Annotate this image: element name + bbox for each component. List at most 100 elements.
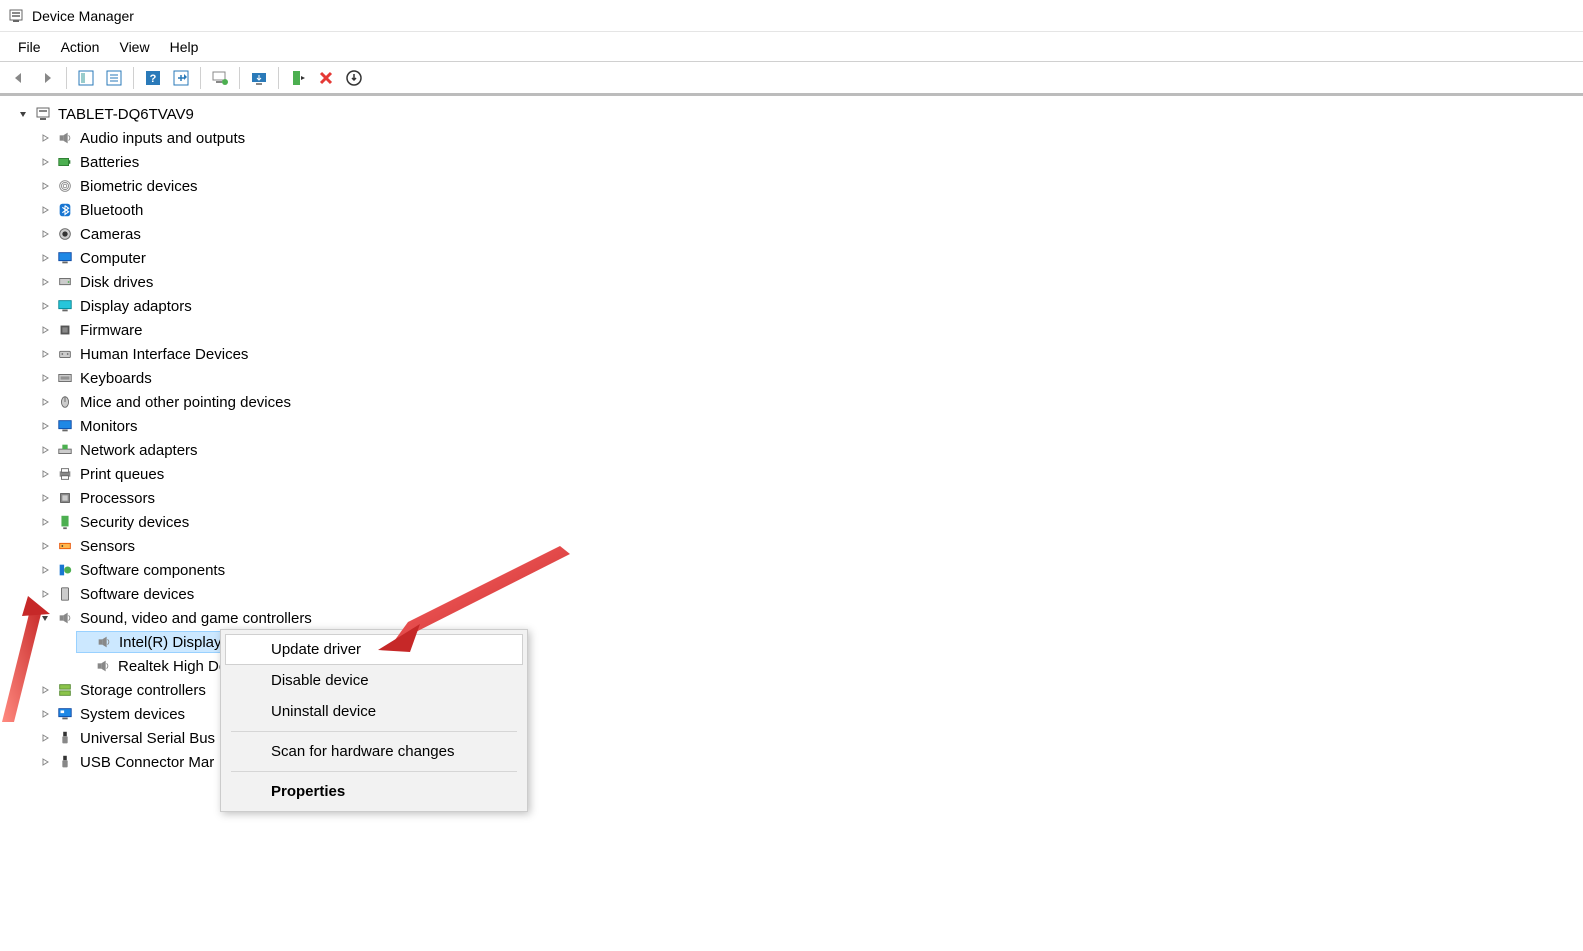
tree-category-label: Software components [80,562,225,579]
tree-category[interactable]: Security devices [8,510,1583,534]
chevron-right-icon[interactable] [38,707,52,721]
menu-help[interactable]: Help [160,35,209,59]
forward-button[interactable] [34,65,60,91]
context-separator [231,731,517,732]
bluetooth-icon [56,201,74,219]
context-update-driver[interactable]: Update driver [225,634,523,665]
chevron-right-icon[interactable] [38,251,52,265]
toolbar-separator [239,67,240,89]
menu-file[interactable]: File [8,35,51,59]
chevron-right-icon[interactable] [38,419,52,433]
tree-category-label: Mice and other pointing devices [80,394,291,411]
chevron-right-icon[interactable] [38,323,52,337]
context-uninstall-device[interactable]: Uninstall device [225,696,523,727]
tree-category[interactable]: Computer [8,246,1583,270]
chevron-right-icon[interactable] [38,203,52,217]
tree-category[interactable]: Sound, video and game controllers [8,606,1583,630]
chevron-right-icon[interactable] [38,275,52,289]
tree-category[interactable]: Software devices [8,582,1583,606]
chevron-right-icon[interactable] [38,515,52,529]
tree-device-label: Realtek High De [118,658,227,675]
disk-icon [56,273,74,291]
enable-device-button[interactable] [285,65,311,91]
usb-icon [56,753,74,771]
toolbar-separator [200,67,201,89]
speaker-icon [94,657,112,675]
monitor-icon [56,417,74,435]
tree-category[interactable]: Audio inputs and outputs [8,126,1583,150]
uninstall-device-button[interactable] [341,65,367,91]
chevron-right-icon[interactable] [38,443,52,457]
tree-category[interactable]: Cameras [8,222,1583,246]
tree-category-label: Disk drives [80,274,153,291]
tree-category[interactable]: Disk drives [8,270,1583,294]
tree-category-label: System devices [80,706,185,723]
chevron-down-icon[interactable] [16,107,30,121]
device-tree[interactable]: TABLET-DQ6TVAV9 Audio inputs and outputs… [0,96,1583,774]
help-button[interactable]: ? [140,65,166,91]
tree-category-label: Monitors [80,418,138,435]
tree-category[interactable]: Processors [8,486,1583,510]
chevron-right-icon[interactable] [38,395,52,409]
update-driver-button[interactable] [246,65,272,91]
menu-bar: File Action View Help [0,32,1583,62]
tree-root-label: TABLET-DQ6TVAV9 [58,106,194,123]
tree-category[interactable]: Software components [8,558,1583,582]
tree-category-label: Storage controllers [80,682,206,699]
chevron-right-icon[interactable] [38,491,52,505]
context-scan-hardware[interactable]: Scan for hardware changes [225,736,523,767]
chevron-right-icon[interactable] [38,683,52,697]
tree-category[interactable]: Monitors [8,414,1583,438]
properties-button[interactable] [101,65,127,91]
chevron-right-icon[interactable] [38,155,52,169]
tree-category[interactable]: Print queues [8,462,1583,486]
context-menu: Update driver Disable device Uninstall d… [220,629,528,812]
tree-category[interactable]: Display adaptors [8,294,1583,318]
toolbar-separator [278,67,279,89]
menu-view[interactable]: View [109,35,159,59]
display-icon [56,297,74,315]
chevron-right-icon[interactable] [38,539,52,553]
camera-icon [56,225,74,243]
title-bar: Device Manager [0,0,1583,32]
chevron-right-icon[interactable] [38,179,52,193]
tree-category-label: Batteries [80,154,139,171]
tree-category[interactable]: Network adapters [8,438,1583,462]
tree-category-label: Keyboards [80,370,152,387]
tree-category[interactable]: Bluetooth [8,198,1583,222]
chevron-right-icon[interactable] [38,731,52,745]
chevron-right-icon[interactable] [38,131,52,145]
tree-category[interactable]: Batteries [8,150,1583,174]
tree-category[interactable]: Keyboards [8,366,1583,390]
scan-hardware-button[interactable] [207,65,233,91]
action-button[interactable] [168,65,194,91]
context-properties[interactable]: Properties [225,776,523,807]
tree-category-label: Audio inputs and outputs [80,130,245,147]
tree-category[interactable]: Firmware [8,318,1583,342]
chevron-right-icon[interactable] [38,227,52,241]
chevron-right-icon[interactable] [38,755,52,769]
show-hide-console-tree-button[interactable] [73,65,99,91]
fingerprint-icon [56,177,74,195]
tree-category-label: Processors [80,490,155,507]
sensor-icon [56,537,74,555]
chevron-right-icon[interactable] [38,467,52,481]
tree-category[interactable]: Sensors [8,534,1583,558]
disable-device-button[interactable] [313,65,339,91]
toolbar: ? [0,62,1583,96]
tree-category[interactable]: Mice and other pointing devices [8,390,1583,414]
chevron-right-icon[interactable] [38,563,52,577]
tree-category[interactable]: Human Interface Devices [8,342,1583,366]
chevron-right-icon[interactable] [38,587,52,601]
chevron-down-icon[interactable] [38,611,52,625]
chevron-right-icon[interactable] [38,299,52,313]
computer-icon [34,105,52,123]
tree-root[interactable]: TABLET-DQ6TVAV9 [8,102,1583,126]
tree-category[interactable]: Biometric devices [8,174,1583,198]
menu-action[interactable]: Action [51,35,110,59]
tree-category-label: Security devices [80,514,189,531]
back-button[interactable] [6,65,32,91]
context-disable-device[interactable]: Disable device [225,665,523,696]
chevron-right-icon[interactable] [38,347,52,361]
chevron-right-icon[interactable] [38,371,52,385]
